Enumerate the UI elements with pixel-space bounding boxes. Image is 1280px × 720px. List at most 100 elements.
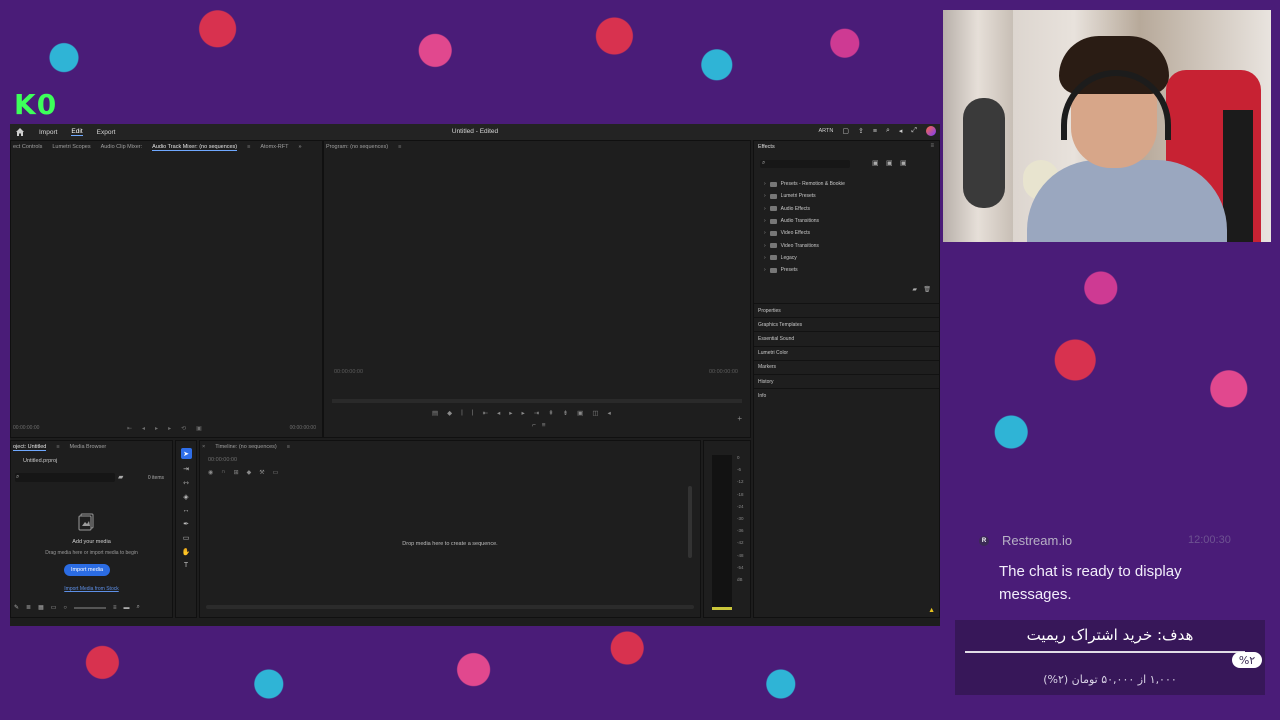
loop-icon[interactable]: ⟲ xyxy=(181,425,186,432)
panel-essential-sound[interactable]: Essential Sound xyxy=(754,331,939,345)
linked-icon[interactable]: ⊞ xyxy=(234,469,239,476)
selection-tool-icon[interactable]: ➤ xyxy=(180,448,192,459)
tab-effect-controls[interactable]: ect Controls xyxy=(13,144,42,150)
project-search-input[interactable] xyxy=(15,473,115,482)
compare-icon[interactable]: ◫ xyxy=(592,409,598,417)
effects-item[interactable]: › Legacy xyxy=(764,252,845,264)
hand-icon[interactable]: ✋ xyxy=(182,548,191,556)
timeline-horizontal-scrollbar[interactable] xyxy=(206,605,694,609)
import-from-stock-link[interactable]: Import Media from Stock xyxy=(11,586,172,592)
volume-icon[interactable]: ◂ xyxy=(607,409,610,417)
type-icon[interactable]: T xyxy=(184,562,188,569)
pencil-icon[interactable]: ✎ xyxy=(14,604,19,611)
fullscreen-icon[interactable]: ▢ xyxy=(842,127,849,135)
record-icon[interactable]: ▣ xyxy=(196,425,202,432)
lift-icon[interactable]: ⇞ xyxy=(548,409,553,417)
tab-atomx[interactable]: Atomx-RFT xyxy=(260,144,288,150)
snap-icon[interactable]: ∩ xyxy=(221,469,225,476)
program-menu-icon[interactable]: ≡ xyxy=(398,144,401,150)
sort-icon[interactable]: ≡ xyxy=(113,605,117,611)
warning-icon[interactable]: ▲ xyxy=(928,607,935,614)
effects-item[interactable]: › Video Effects xyxy=(764,227,845,239)
tab-project[interactable]: oject: Untitled xyxy=(13,444,47,451)
panel-info[interactable]: Info xyxy=(754,388,939,402)
go-to-in-icon[interactable]: ⇤ xyxy=(483,409,488,417)
menu-import[interactable]: Import xyxy=(39,129,57,136)
list-icon[interactable]: ≡ xyxy=(873,128,877,135)
more-tabs-button[interactable]: » xyxy=(298,144,301,150)
accelerated-icon[interactable]: ▣ xyxy=(872,159,879,167)
project-menu-icon[interactable]: ≡ xyxy=(56,444,59,450)
play-icon[interactable]: ▸ xyxy=(155,425,158,432)
rectangle-icon[interactable]: ▭ xyxy=(183,534,190,542)
quick-search-icon[interactable]: ⌕ xyxy=(886,127,890,135)
expand-icon[interactable]: ⤢ xyxy=(911,127,917,135)
captions-icon[interactable]: ▭ xyxy=(273,469,279,476)
mark-in-icon[interactable]: | xyxy=(461,409,463,417)
effects-item[interactable]: › Presets xyxy=(764,264,845,276)
new-bin-icon[interactable]: ▰ xyxy=(912,286,917,293)
tab-lumetri-scopes[interactable]: Lumetri Scopes xyxy=(52,144,90,150)
zoom-slider[interactable] xyxy=(74,606,107,609)
step-back-icon[interactable]: ◂ xyxy=(497,409,500,417)
32bit-icon[interactable]: ▣ xyxy=(886,159,893,167)
pen-icon[interactable]: ✒ xyxy=(183,520,189,528)
to-start-icon[interactable]: ⇤ xyxy=(127,425,132,432)
list-view-icon[interactable]: ≣ xyxy=(26,604,31,611)
add-button-icon[interactable]: + xyxy=(737,414,742,423)
panel-properties[interactable]: Properties xyxy=(754,303,939,317)
icon-view-icon[interactable]: ▦ xyxy=(38,604,44,611)
effects-item[interactable]: › Presets - Remotion & Bookie xyxy=(764,178,845,190)
automate-icon[interactable]: ▬ xyxy=(124,605,130,611)
trash-icon[interactable]: 🗑 xyxy=(923,286,931,293)
tab-audio-clip-mixer[interactable]: Audio Clip Mixer: xyxy=(101,144,143,150)
slip-icon[interactable]: ↔ xyxy=(183,507,190,514)
play-icon[interactable]: ▸ xyxy=(509,409,512,417)
export-frame-icon[interactable]: ▤ xyxy=(432,409,438,417)
effects-title[interactable]: Effects xyxy=(758,144,775,150)
panel-lumetri-color[interactable]: Lumetri Color xyxy=(754,345,939,360)
camera-icon[interactable]: ▣ xyxy=(577,409,583,417)
share-icon[interactable]: ⇪ xyxy=(858,127,864,135)
program-title[interactable]: Program: (no sequences) xyxy=(326,144,388,150)
step-forward-icon[interactable]: ▸ xyxy=(168,425,171,432)
home-icon[interactable] xyxy=(15,127,25,137)
yuv-icon[interactable]: ▣ xyxy=(900,159,907,167)
timeline-vertical-scrollbar[interactable] xyxy=(688,486,692,558)
find-icon[interactable]: ⌕ xyxy=(137,604,140,611)
settings-icon[interactable]: ≡ xyxy=(542,422,546,429)
timeline-menu-icon[interactable]: ≡ xyxy=(287,444,290,450)
razor-icon[interactable]: ◈ xyxy=(183,493,188,501)
wrench-icon[interactable]: ⚒ xyxy=(259,469,264,476)
step-back-icon[interactable]: ◂ xyxy=(142,425,145,432)
new-bin-icon[interactable]: ▰ xyxy=(118,473,123,481)
ripple-edit-icon[interactable]: ⇿ xyxy=(183,479,189,487)
workspace-label[interactable]: ARTN xyxy=(818,128,833,134)
effects-item[interactable]: › Video Transitions xyxy=(764,239,845,251)
panel-graphics-templates[interactable]: Graphics Templates xyxy=(754,317,939,331)
effects-item[interactable]: › Audio Effects xyxy=(764,203,845,215)
panel-history[interactable]: History xyxy=(754,373,939,388)
close-icon[interactable]: × xyxy=(202,444,205,450)
creative-cloud-icon[interactable] xyxy=(926,126,936,136)
effects-item[interactable]: › Audio Transitions xyxy=(764,215,845,227)
menu-edit[interactable]: Edit xyxy=(71,128,83,136)
panel-menu-icon[interactable]: ≡ xyxy=(247,144,250,150)
snap-icon[interactable]: ⌐ xyxy=(532,422,536,429)
extract-icon[interactable]: ⇟ xyxy=(563,409,568,417)
menu-export[interactable]: Export xyxy=(97,129,116,136)
step-forward-icon[interactable]: ▸ xyxy=(522,409,525,417)
timeline-title[interactable]: Timeline: (no sequences) xyxy=(215,444,277,450)
marker-icon[interactable]: ◆ xyxy=(247,469,252,476)
volume-icon[interactable]: ◂ xyxy=(899,127,903,135)
import-media-button[interactable]: Import media xyxy=(64,564,110,576)
nest-icon[interactable]: ◉ xyxy=(208,469,213,476)
program-scrub-bar[interactable] xyxy=(332,399,742,403)
zoom-out-icon[interactable]: ○ xyxy=(63,605,67,611)
marker-icon[interactable]: ◆ xyxy=(447,409,452,417)
go-to-out-icon[interactable]: ⇥ xyxy=(534,409,539,417)
track-select-icon[interactable]: ⇥ xyxy=(183,465,189,473)
effects-item[interactable]: › Lumetri Presets xyxy=(764,190,845,202)
tab-audio-track-mixer[interactable]: Audio Track Mixer: (no sequences) xyxy=(152,144,238,151)
effects-menu-icon[interactable]: ≡ xyxy=(930,143,934,149)
